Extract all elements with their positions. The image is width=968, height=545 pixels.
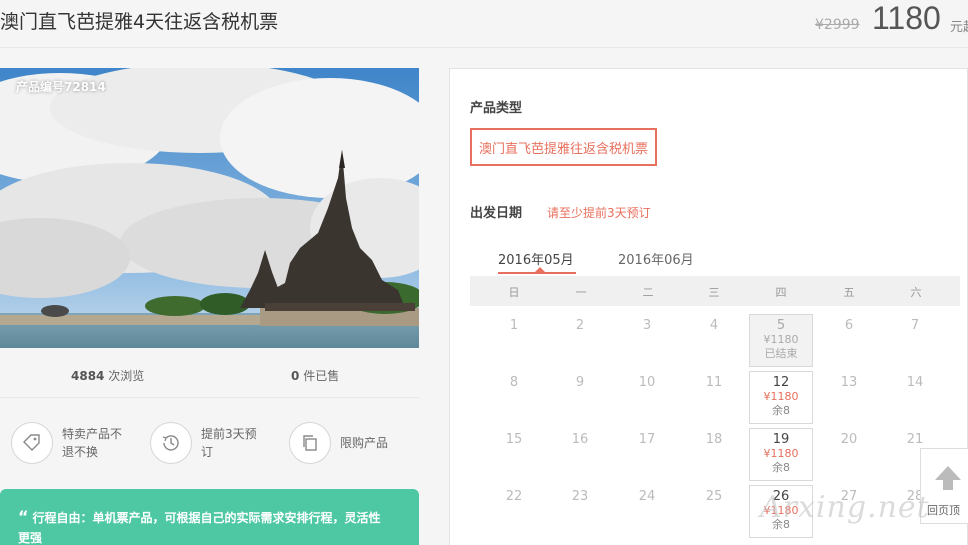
cell-status: 已结束 (764, 347, 798, 360)
back-to-top-label: 回页顶 (927, 504, 960, 517)
calendar-day: 23 (571, 489, 589, 504)
sold-stat: 0 件已售 (291, 367, 339, 384)
feature-text: 提前3天预 (201, 427, 257, 441)
calendar-cell-available[interactable]: 19 ¥1180 余8 (749, 428, 813, 481)
notice-text: 更强 (18, 531, 43, 545)
weekday-thu: 四 (775, 286, 787, 299)
cell-day: 5 (776, 318, 786, 333)
clock-icon (150, 422, 192, 464)
calendar-day: 11 (705, 375, 723, 390)
cell-day: 19 (772, 432, 790, 447)
calendar-day: 25 (705, 489, 723, 504)
product-type-option[interactable]: 澳门直飞芭提雅往返含税机票 (470, 128, 658, 166)
feature-text: 订 (201, 445, 214, 459)
product-number: 产品编号72814 (16, 80, 106, 94)
calendar-day: 4 (709, 318, 719, 333)
feature-advance-booking: 提前3天预订 (150, 420, 257, 466)
quote-icon: “ (18, 507, 29, 526)
product-type-label: 产品类型 (470, 101, 523, 116)
calendar-cell-available[interactable]: 12 ¥1180 余8 (749, 371, 813, 424)
calendar-day: 13 (840, 375, 858, 390)
sold-label: 件已售 (303, 369, 340, 383)
watermark-logo: Arxing.net (760, 490, 930, 525)
tab-month-june[interactable]: 2016年06月 (618, 249, 694, 268)
page-header: 澳门直飞芭提雅4天往返含税机票 ¥2999 1180 元起 (0, 0, 968, 48)
original-price: ¥2999 (815, 17, 860, 33)
calendar-cell-ended: 5 ¥1180 已结束 (749, 314, 813, 367)
feature-text: 退不换 (62, 445, 99, 459)
active-month-caret (535, 267, 545, 272)
cell-stock: 余8 (772, 404, 790, 417)
arrow-up-icon (935, 466, 961, 490)
weekday-sat: 六 (910, 286, 922, 299)
views-stat: 4884 次浏览 (71, 367, 144, 384)
calendar-day: 18 (705, 432, 723, 447)
views-count: 4884 (71, 369, 105, 383)
calendar-day: 15 (505, 432, 523, 447)
calendar-day: 8 (509, 375, 519, 390)
calendar-day: 9 (575, 375, 585, 390)
weekday-wed: 三 (708, 286, 720, 299)
calendar-day: 2 (575, 318, 585, 333)
active-month-indicator (498, 272, 576, 274)
itinerary-notice: “行程自由：单机票产品，可根据自己的实际需求安排行程，灵活性 更强 (0, 489, 419, 545)
calendar-day: 21 (906, 432, 924, 447)
notice-text: 行程自由：单机票产品，可根据自己的实际需求安排行程，灵活性 (32, 511, 381, 525)
calendar-day: 7 (910, 318, 920, 333)
calendar-day: 17 (638, 432, 656, 447)
product-photo[interactable] (0, 68, 419, 348)
calendar-day: 3 (642, 318, 652, 333)
views-label: 次浏览 (108, 369, 145, 383)
price-unit: 元起 (950, 20, 968, 35)
temple-photo-image (0, 68, 419, 348)
weekday-sun: 日 (508, 286, 520, 299)
calendar-day: 20 (840, 432, 858, 447)
calendar-day: 14 (906, 375, 924, 390)
weekday-mon: 一 (575, 286, 587, 299)
feature-badges: 特卖产品不退不换 提前3天预订 限购产品 (0, 420, 419, 470)
product-title: 澳门直飞芭提雅4天往返含税机票 (0, 11, 279, 33)
cell-stock: 余8 (772, 461, 790, 474)
cell-day: 12 (772, 375, 790, 390)
calendar-day: 16 (571, 432, 589, 447)
calendar-day: 22 (505, 489, 523, 504)
product-stats: 4884 次浏览 0 件已售 (0, 348, 419, 398)
sold-count: 0 (291, 369, 300, 383)
calendar-day: 6 (844, 318, 854, 333)
tab-month-may[interactable]: 2016年05月 (498, 249, 574, 268)
calendar-day: 24 (638, 489, 656, 504)
cell-price: ¥1180 (763, 333, 799, 346)
calendar-day: 10 (638, 375, 656, 390)
weekday-tue: 二 (642, 286, 654, 299)
feature-no-refund: 特卖产品不 退不换 (11, 420, 122, 466)
tag-icon (11, 422, 53, 464)
feature-limited: 限购产品 (289, 420, 388, 466)
weekday-header: 日 一 二 三 四 五 六 (470, 276, 960, 306)
booking-panel: 产品类型 澳门直飞芭提雅往返含税机票 出发日期 请至少提前3天预订 2016年0… (449, 68, 968, 545)
cell-price: ¥1180 (763, 447, 799, 460)
feature-text: 限购产品 (340, 436, 389, 450)
calendar-day: 1 (509, 318, 519, 333)
copy-icon (289, 422, 331, 464)
current-price: 1180 (872, 0, 941, 36)
cell-price: ¥1180 (763, 390, 799, 403)
departure-date-label: 出发日期 (470, 206, 523, 221)
feature-text: 特卖产品不 (62, 427, 123, 441)
weekday-fri: 五 (843, 286, 855, 299)
date-hint: 请至少提前3天预订 (547, 206, 651, 220)
